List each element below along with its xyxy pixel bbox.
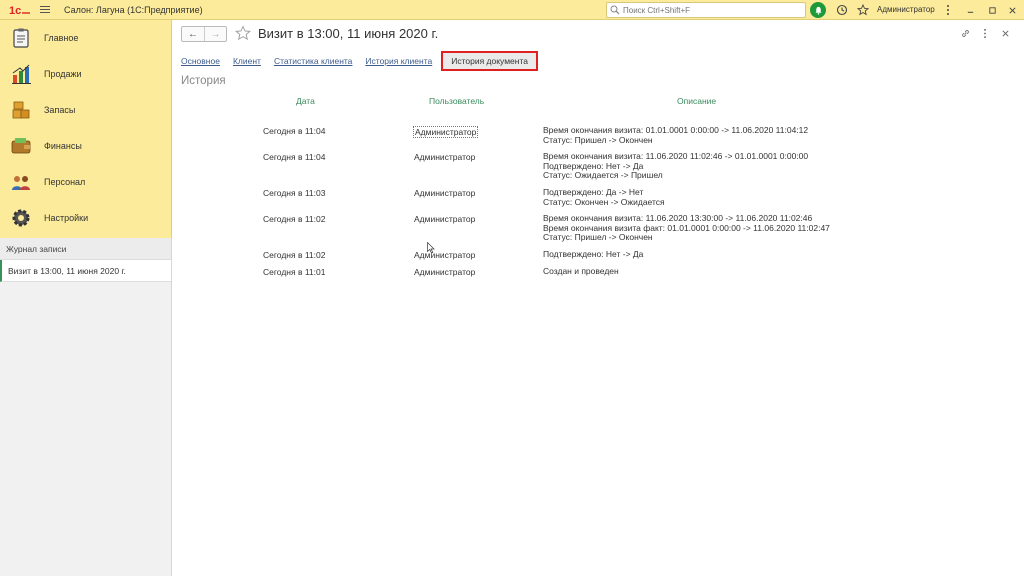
cell-date: Сегодня в 11:04 xyxy=(263,152,326,162)
sidebar-item-stock[interactable]: Запасы xyxy=(0,92,171,128)
menu-icon[interactable] xyxy=(40,3,54,17)
description-line: Статус: Пришел -> Окончен xyxy=(543,134,653,145)
search-icon xyxy=(610,5,620,15)
column-header-description: Описание xyxy=(677,96,717,106)
cell-date: Сегодня в 11:01 xyxy=(263,267,326,277)
more-vertical-icon[interactable] xyxy=(979,27,991,39)
tab-client-stats[interactable]: Статистика клиента xyxy=(274,56,352,66)
sidebar: Главное Продажи Запасы Финансы Персонал … xyxy=(0,20,172,238)
svg-text:1с: 1с xyxy=(9,5,21,16)
boxes-icon xyxy=(10,99,32,121)
gear-icon xyxy=(10,207,32,229)
more-vertical-icon[interactable] xyxy=(940,2,956,18)
cell-user: Администратор xyxy=(414,188,476,198)
sidebar-item-label: Главное xyxy=(44,33,79,43)
sidebar-item-sales[interactable]: Продажи xyxy=(0,56,171,92)
description-line: Подтверждено: Нет -> Да xyxy=(543,249,644,259)
journal-item-visit[interactable]: Визит в 13:00, 11 июня 2020 г. xyxy=(0,260,171,282)
sidebar-item-label: Персонал xyxy=(44,177,86,187)
tab-document-history[interactable]: История документа xyxy=(441,51,538,71)
section-title: История xyxy=(181,75,226,87)
document-form: ← → Визит в 13:00, 11 июня 2020 г. Основ… xyxy=(173,20,1024,576)
notification-bell-icon[interactable] xyxy=(810,2,826,18)
wallet-icon xyxy=(10,135,32,157)
sidebar-item-label: Запасы xyxy=(44,105,76,115)
journal-header[interactable]: Журнал записи xyxy=(0,238,171,260)
1c-logo-icon[interactable]: 1с xyxy=(8,3,32,17)
cell-user: Администратор xyxy=(414,267,476,277)
forward-arrow-icon[interactable]: → xyxy=(204,27,226,41)
sidebar-item-staff[interactable]: Персонал xyxy=(0,164,171,200)
cell-date: Сегодня в 11:04 xyxy=(263,126,326,136)
tab-client-history[interactable]: История клиента xyxy=(365,56,432,66)
description-line: Создан и проведен xyxy=(543,266,619,276)
minimize-icon[interactable] xyxy=(962,2,978,18)
open-windows-panel: Журнал записи Визит в 13:00, 11 июня 202… xyxy=(0,238,172,576)
cell-user: Администратор xyxy=(414,214,476,224)
close-window-icon[interactable] xyxy=(1004,2,1020,18)
cell-description: Создан и проведен xyxy=(543,266,619,277)
sidebar-item-label: Финансы xyxy=(44,141,82,151)
cell-user: Администратор xyxy=(414,152,476,162)
sidebar-item-main[interactable]: Главное xyxy=(0,20,171,56)
search-box[interactable] xyxy=(606,2,806,18)
maximize-icon[interactable] xyxy=(984,2,1000,18)
description-line: Статус: Окончен -> Ожидается xyxy=(543,196,665,207)
close-icon[interactable] xyxy=(999,27,1011,39)
search-input[interactable] xyxy=(623,5,803,15)
cell-user: Администратор xyxy=(414,250,476,260)
column-header-date: Дата xyxy=(296,96,315,106)
tab-main[interactable]: Основное xyxy=(181,56,220,66)
sidebar-item-label: Настройки xyxy=(44,213,89,223)
cell-description: Время окончания визита: 01.01.0001 0:00:… xyxy=(543,125,808,145)
cell-description: Подтверждено: Нет -> Да xyxy=(543,249,644,260)
sidebar-item-settings[interactable]: Настройки xyxy=(0,200,171,236)
column-header-user: Пользователь xyxy=(429,96,485,106)
cell-date: Сегодня в 11:02 xyxy=(263,214,326,224)
current-user[interactable]: Администратор xyxy=(877,5,935,14)
top-bar: 1с Салон: Лагуна (1С:Предприятие) Админи… xyxy=(0,0,1024,20)
cell-user[interactable]: Администратор xyxy=(413,126,479,138)
history-icon[interactable] xyxy=(834,2,850,18)
favorite-star-icon[interactable] xyxy=(235,25,251,41)
link-icon[interactable] xyxy=(959,27,971,39)
sidebar-item-finance[interactable]: Финансы xyxy=(0,128,171,164)
people-icon xyxy=(10,171,32,193)
back-arrow-icon[interactable]: ← xyxy=(182,27,204,41)
page-title: Визит в 13:00, 11 июня 2020 г. xyxy=(258,26,439,41)
favorites-star-icon[interactable] xyxy=(855,2,871,18)
tab-client[interactable]: Клиент xyxy=(233,56,261,66)
app-title: Салон: Лагуна (1С:Предприятие) xyxy=(64,4,203,15)
cell-date: Сегодня в 11:03 xyxy=(263,188,326,198)
mouse-cursor-icon xyxy=(427,242,435,254)
form-tabs: Основное Клиент Статистика клиента Истор… xyxy=(181,50,551,72)
cell-description: Подтверждено: Да -> Нет Статус: Окончен … xyxy=(543,187,665,207)
description-line: Статус: Пришел -> Окончен xyxy=(543,232,653,242)
cell-description: Время окончания визита: 11.06.2020 11:02… xyxy=(543,151,808,181)
description-line: Статус: Ожидается -> Пришел xyxy=(543,170,663,180)
cell-description: Время окончания визита: 11.06.2020 13:30… xyxy=(543,213,830,243)
sidebar-item-label: Продажи xyxy=(44,69,82,79)
cell-date: Сегодня в 11:02 xyxy=(263,250,326,260)
clipboard-icon xyxy=(10,27,32,49)
bar-chart-icon xyxy=(10,63,32,85)
navigation-buttons: ← → xyxy=(181,26,227,42)
